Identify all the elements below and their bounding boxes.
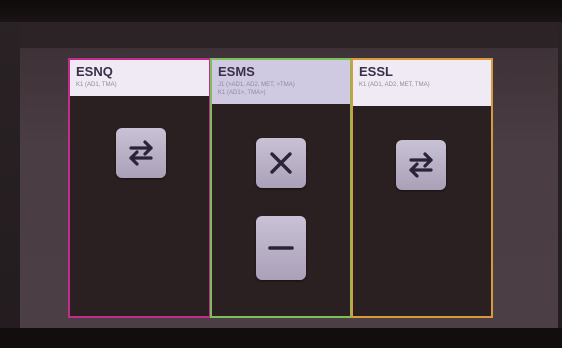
card-title: ESNQ (76, 64, 113, 79)
station-card-essl: ESSL K1 (AD1, AD2, MET, TMA) (351, 58, 493, 318)
station-card-esms: ESMS J1 (>AD1, AD2, MET, >TMA) K1 (AD1>,… (210, 58, 352, 318)
card-subtitle-line-2: K1 (AD1>, TMA>) (218, 90, 266, 96)
card-subtitle-line-1: J1 (>AD1, AD2, MET, >TMA) (218, 82, 295, 88)
minus-icon (268, 246, 294, 250)
swap-arrows-icon (409, 152, 433, 178)
card-header: ESMS J1 (>AD1, AD2, MET, >TMA) K1 (AD1>,… (212, 60, 350, 104)
card-subtitle: K1 (AD1, TMA) (76, 82, 117, 88)
minus-button[interactable] (256, 216, 306, 280)
card-title: ESSL (359, 64, 393, 79)
top-band (20, 22, 558, 48)
close-x-icon (270, 152, 292, 174)
screen: ESNQ K1 (AD1, TMA) ESMS J1 (>AD1, AD2, M… (0, 0, 562, 348)
card-subtitle: K1 (AD1, AD2, MET, TMA) (359, 82, 430, 88)
bottom-bezel (0, 328, 562, 348)
station-card-esnq: ESNQ K1 (AD1, TMA) (68, 58, 211, 318)
card-header: ESNQ K1 (AD1, TMA) (70, 60, 209, 96)
swap-button[interactable] (396, 140, 446, 190)
card-title: ESMS (218, 64, 255, 79)
swap-button[interactable] (116, 128, 166, 178)
card-header: ESSL K1 (AD1, AD2, MET, TMA) (353, 60, 491, 106)
swap-arrows-icon (129, 140, 153, 166)
top-bezel (0, 0, 562, 22)
close-button[interactable] (256, 138, 306, 188)
